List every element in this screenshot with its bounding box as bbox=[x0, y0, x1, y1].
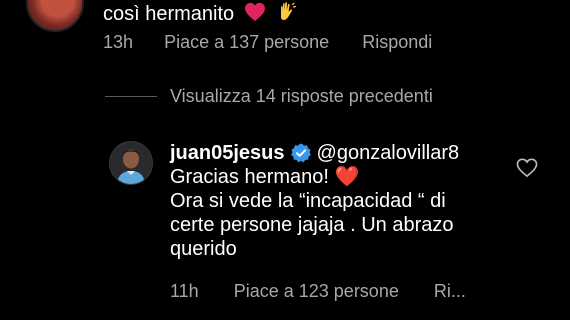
top-comment-text: così hermanito bbox=[103, 0, 299, 29]
top-comment-time: 13h bbox=[103, 32, 134, 52]
reply-line-2: Ora si vede la “incapacidad “ di bbox=[170, 190, 446, 212]
view-previous-replies[interactable]: Visualizza 14 risposte precedenti bbox=[105, 84, 433, 108]
like-heart-icon[interactable] bbox=[516, 158, 538, 178]
top-comment-body: così hermanito bbox=[103, 2, 235, 25]
view-previous-replies-label[interactable]: Visualizza 14 risposte precedenti bbox=[170, 86, 433, 107]
reply-line-4: querido bbox=[170, 238, 237, 260]
reply-line-1: Gracias hermano! ❤️ bbox=[170, 166, 360, 188]
replies-divider-line bbox=[105, 95, 157, 97]
reply-time: 11h bbox=[170, 281, 199, 301]
reply-likes-link[interactable]: Piace a 123 persone bbox=[234, 281, 399, 301]
reply-meta: 11h Piace a 123 persone Ri... bbox=[170, 281, 466, 302]
avatar-top-commenter[interactable] bbox=[26, 0, 84, 32]
reply-reply-button[interactable]: Ri... bbox=[434, 281, 466, 301]
reply-mention-link[interactable]: @gonzalovillar8 bbox=[317, 141, 460, 165]
reply-body: Gracias hermano! ❤️ Ora si vede la “inca… bbox=[170, 165, 490, 261]
red-heart-emoji-icon bbox=[244, 2, 266, 27]
verified-badge-icon bbox=[290, 143, 311, 163]
avatar-juan05jesus[interactable] bbox=[109, 141, 153, 185]
profile-photo-icon bbox=[110, 142, 152, 184]
top-comment-meta: 13h Piace a 137 persone Rispondi bbox=[103, 32, 432, 53]
reply-line-3: certe persone jajaja . Un abrazo bbox=[170, 214, 454, 236]
reply-username[interactable]: juan05jesus bbox=[170, 141, 285, 165]
top-comment-reply-button[interactable]: Rispondi bbox=[362, 32, 432, 52]
waving-hand-emoji-icon bbox=[275, 0, 299, 29]
reply-header: juan05jesus @gonzalovillar8 bbox=[170, 141, 459, 165]
top-comment-likes-link[interactable]: Piace a 137 persone bbox=[164, 32, 329, 52]
